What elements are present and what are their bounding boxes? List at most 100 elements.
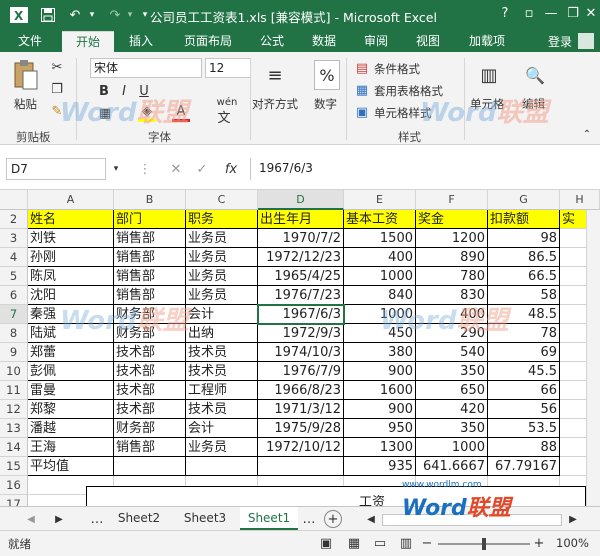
help-button[interactable]: ? [494,4,516,24]
close-button[interactable]: ✕ [580,4,600,24]
tab-review[interactable]: 审阅 [356,31,396,52]
table-cell[interactable]: 技术员 [186,362,258,381]
row-header-10[interactable]: 10 [0,362,28,381]
table-cell[interactable]: 出纳 [186,324,258,343]
tab-addins[interactable]: 加载项 [462,31,512,52]
table-cell[interactable]: 86.5 [488,248,560,267]
table-cell[interactable]: 会计 [186,419,258,438]
worksheet-grid[interactable]: A B C D E F G H 2 姓名 部门 职务 出生年月 基本工资 奖金 扣款额实 3 刘铁 销售部 业务员 19… [0,190,600,506]
table-cell[interactable] [114,457,186,476]
table-cell[interactable]: 会计 [186,305,258,324]
table-cell[interactable]: 88 [488,438,560,457]
table-cell[interactable]: 350 [416,419,488,438]
row-header-3[interactable]: 3 [0,229,28,248]
tab-file[interactable]: 文件 [0,31,60,52]
scroll-tabs-left-icon[interactable]: ◀ [24,510,38,528]
row-header-17[interactable]: 17 [0,495,28,506]
table-cell[interactable]: 潘越 [28,419,114,438]
table-cell[interactable]: 郑蕾 [28,343,114,362]
zoom-level[interactable]: 100% [556,536,589,550]
table-cell[interactable]: 1974/10/3 [258,343,344,362]
avatar[interactable] [578,33,594,49]
name-box-dropdown-icon[interactable]: ▾ [110,160,122,178]
format-as-table-button[interactable]: 套用表格格式 [374,83,443,99]
table-cell[interactable]: 56 [488,400,560,419]
scroll-tabs-right-icon[interactable]: ▶ [52,510,66,528]
table-cell[interactable]: 郑黎 [28,400,114,419]
header-cell[interactable]: 姓名 [28,210,114,229]
table-cell[interactable]: 1972/12/23 [258,248,344,267]
table-cell[interactable]: 67.79167 [488,457,560,476]
new-sheet-icon[interactable]: + [324,510,342,528]
tab-page-layout[interactable]: 页面布局 [176,31,240,52]
table-cell[interactable]: 69 [488,343,560,362]
cells-icon[interactable]: ▥ [476,60,502,90]
row-header-15[interactable]: 15 [0,457,28,476]
header-cell[interactable]: 职务 [186,210,258,229]
table-cell[interactable]: 900 [344,400,416,419]
table-cell[interactable]: 1976/7/9 [258,362,344,381]
more-sheets-icon[interactable]: … [302,510,316,528]
more-sheets-icon[interactable]: … [90,510,104,528]
table-cell[interactable]: 技术部 [114,362,186,381]
table-cell[interactable] [258,457,344,476]
column-header-c[interactable]: C [186,190,258,210]
undo-icon[interactable]: ↶ [66,6,84,24]
macro-record-icon[interactable]: ▣ [318,535,334,551]
conditional-format-button[interactable]: 条件格式 [374,61,420,77]
table-cell[interactable]: 技术部 [114,400,186,419]
header-cell[interactable]: 奖金 [416,210,488,229]
number-button[interactable]: 数字 [314,96,337,112]
table-cell[interactable]: 350 [416,362,488,381]
column-header-b[interactable]: B [114,190,186,210]
table-cell[interactable]: 45.5 [488,362,560,381]
row-header-7[interactable]: 7 [0,305,28,324]
page-break-view-icon[interactable]: ▥ [398,535,414,551]
normal-view-icon[interactable]: ▦ [346,535,362,551]
table-cell[interactable]: 业务员 [186,438,258,457]
tab-home[interactable]: 开始 [62,31,114,52]
row-header-4[interactable]: 4 [0,248,28,267]
row-header-11[interactable]: 11 [0,381,28,400]
editing-icon[interactable]: 🔍 [522,60,548,90]
number-format-icon[interactable]: % [314,60,340,90]
table-cell[interactable]: 销售部 [114,229,186,248]
table-cell[interactable]: 刘铁 [28,229,114,248]
tab-insert[interactable]: 插入 [120,31,162,52]
table-cell[interactable]: 48.5 [488,305,560,324]
editing-button[interactable]: 编辑 [522,96,545,112]
zoom-out-button[interactable]: − [420,535,434,551]
table-cell[interactable]: 销售部 [114,286,186,305]
column-header-f[interactable]: F [416,190,488,210]
insert-function-icon[interactable]: fx [220,160,242,178]
table-cell[interactable]: 业务员 [186,267,258,286]
alignment-icon[interactable]: ≡ [262,60,288,90]
table-cell[interactable]: 彭佩 [28,362,114,381]
table-cell[interactable]: 1300 [344,438,416,457]
redo-icon[interactable]: ↷ [106,6,124,24]
table-cell[interactable]: 420 [416,400,488,419]
table-cell[interactable]: 830 [416,286,488,305]
table-cell[interactable]: 1500 [344,229,416,248]
table-cell[interactable]: 780 [416,267,488,286]
tab-view[interactable]: 视图 [408,31,448,52]
column-header-g[interactable]: G [488,190,560,210]
table-cell[interactable]: 890 [416,248,488,267]
header-cell[interactable]: 出生年月 [258,210,344,229]
page-layout-view-icon[interactable]: ▭ [372,535,388,551]
table-cell[interactable]: 935 [344,457,416,476]
table-cell[interactable]: 450 [344,324,416,343]
redo-dropdown-icon[interactable]: ▾ [124,6,136,24]
table-cell[interactable]: 1971/3/12 [258,400,344,419]
row-header-8[interactable]: 8 [0,324,28,343]
table-cell[interactable]: 53.5 [488,419,560,438]
table-cell[interactable]: 孙刚 [28,248,114,267]
column-header-h[interactable]: H [560,190,600,210]
header-cell[interactable]: 部门 [114,210,186,229]
row-header-5[interactable]: 5 [0,267,28,286]
table-cell[interactable]: 650 [416,381,488,400]
formula-input[interactable]: 1967/6/3 [250,158,594,180]
alignment-button[interactable]: 对齐方式 [252,96,298,112]
table-cell[interactable]: 1966/8/23 [258,381,344,400]
undo-dropdown-icon[interactable]: ▾ [86,6,98,24]
